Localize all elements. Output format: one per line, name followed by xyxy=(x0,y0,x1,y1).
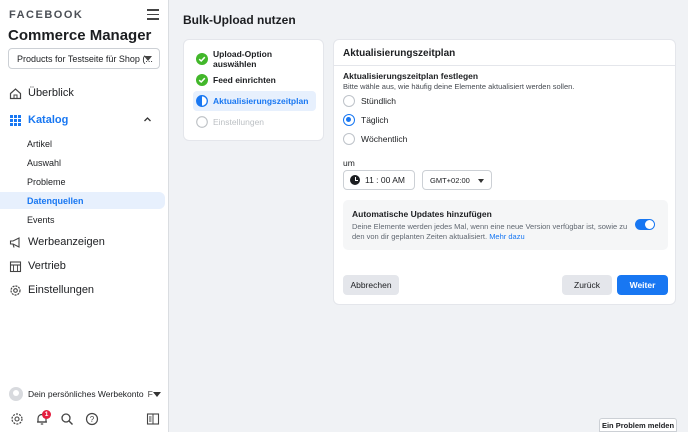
radio-daily[interactable]: Täglich xyxy=(343,113,388,127)
page-title: Bulk-Upload nutzen xyxy=(183,13,296,27)
check-circle-icon xyxy=(196,53,208,65)
schedule-help: Bitte wähle aus, wie häufig deine Elemen… xyxy=(343,82,575,91)
timezone-value: GMT+02:00 xyxy=(430,175,470,185)
schedule-label: Aktualisierungszeitplan festlegen xyxy=(343,71,479,81)
nav-settings[interactable]: Einstellungen xyxy=(0,280,169,300)
sidebar-footer: ? xyxy=(0,410,169,428)
divider xyxy=(334,65,675,66)
panel-toggle-icon[interactable] xyxy=(146,412,160,426)
report-problem-button[interactable]: Ein Problem melden xyxy=(599,418,677,432)
grid-icon xyxy=(9,114,22,127)
nav-settings-label: Einstellungen xyxy=(28,284,95,296)
nav-sub-articles[interactable]: Artikel xyxy=(0,135,165,152)
radio-weekly[interactable]: Wöchentlich xyxy=(343,132,407,146)
half-circle-icon xyxy=(196,95,208,107)
step-label: Einstellungen xyxy=(213,117,265,127)
step-schedule[interactable]: Aktualisierungszeitplan xyxy=(193,91,316,111)
auto-updates-box: Automatische Updates hinzufügen Deine El… xyxy=(343,200,668,250)
schedule-card: Aktualisierungszeitplan Aktualisierungsz… xyxy=(333,39,676,305)
card-title: Aktualisierungszeitplan xyxy=(343,48,456,59)
notification-badge: 1 xyxy=(42,410,51,419)
learn-more-link[interactable]: Mehr dazu xyxy=(489,232,524,241)
step-upload-option[interactable]: Upload-Option auswählen xyxy=(193,49,316,69)
time-value: 11 : 00 AM xyxy=(365,175,406,185)
svg-text:?: ? xyxy=(90,415,95,424)
help-icon[interactable]: ? xyxy=(85,412,99,426)
cancel-button[interactable]: Abbrechen xyxy=(343,275,399,295)
step-label: Upload-Option auswählen xyxy=(213,49,273,69)
check-circle-icon xyxy=(196,74,208,86)
nav-overview-label: Überblick xyxy=(28,87,74,99)
nav-catalog-label: Katalog xyxy=(28,114,69,126)
search-icon[interactable] xyxy=(60,412,74,426)
app-title: Commerce Manager xyxy=(8,27,152,44)
radio-label: Wöchentlich xyxy=(361,134,408,144)
radio-label: Täglich xyxy=(361,115,389,125)
radio-dot xyxy=(343,114,355,126)
auto-updates-toggle[interactable] xyxy=(635,219,655,230)
step-label: Feed einrichten xyxy=(213,75,276,85)
shop-selector-value: Products for Testseite für Shop (... xyxy=(17,54,153,64)
gear-icon xyxy=(9,284,22,297)
nav-sub-events[interactable]: Events xyxy=(0,211,165,228)
nav-catalog[interactable]: Katalog xyxy=(0,110,169,130)
nav-sales-label: Vertrieb xyxy=(28,260,66,272)
nav-sub-problems[interactable]: Probleme xyxy=(0,173,165,190)
radio-dot xyxy=(343,95,355,107)
next-button[interactable]: Weiter xyxy=(617,275,668,295)
radio-label: Stündlich xyxy=(361,96,396,106)
chevron-up-icon[interactable] xyxy=(143,115,152,127)
avatar xyxy=(9,387,23,401)
steps-card: Upload-Option auswählen Feed einrichten … xyxy=(183,39,324,141)
step-settings: Einstellungen xyxy=(193,112,316,132)
caret-down-icon xyxy=(144,56,152,61)
step-label: Aktualisierungszeitplan xyxy=(213,96,309,106)
settings-gear-icon[interactable] xyxy=(10,412,24,426)
caret-down-icon xyxy=(478,179,484,183)
store-icon xyxy=(9,260,22,273)
auto-updates-desc: Deine Elemente werden jedes Mal, wenn ei… xyxy=(352,222,628,241)
nav-sub-data-sources[interactable]: Datenquellen xyxy=(0,192,165,209)
timezone-select[interactable]: GMT+02:00 xyxy=(422,170,492,190)
radio-dot xyxy=(343,133,355,145)
megaphone-icon xyxy=(9,236,22,249)
home-icon xyxy=(9,87,22,100)
time-label: um xyxy=(343,158,355,168)
caret-down-icon xyxy=(153,391,161,397)
auto-updates-title: Automatische Updates hinzufügen xyxy=(352,209,492,219)
time-input[interactable]: 11 : 00 AM xyxy=(343,170,415,190)
back-button[interactable]: Zurück xyxy=(562,275,612,295)
nav-ads-label: Werbeanzeigen xyxy=(28,236,105,248)
clock-icon xyxy=(350,175,360,185)
nav-sub-selection[interactable]: Auswahl xyxy=(0,154,165,171)
nav-ads[interactable]: Werbeanzeigen xyxy=(0,232,169,252)
account-name: Dein persönliches Werbekonto xyxy=(28,389,144,399)
empty-circle-icon xyxy=(196,116,208,128)
shop-selector[interactable]: Products for Testseite für Shop (... xyxy=(8,48,160,69)
sidebar: FACEBOOK Commerce Manager Products for T… xyxy=(0,0,169,432)
menu-icon[interactable] xyxy=(147,9,159,20)
nav-overview[interactable]: Überblick xyxy=(0,83,169,103)
step-feed[interactable]: Feed einrichten xyxy=(193,70,316,90)
account-switcher[interactable]: Dein persönliches Werbekonto F xyxy=(9,386,161,402)
brand-logo: FACEBOOK xyxy=(9,9,84,21)
nav-sales[interactable]: Vertrieb xyxy=(0,256,169,276)
radio-hourly[interactable]: Stündlich xyxy=(343,94,396,108)
